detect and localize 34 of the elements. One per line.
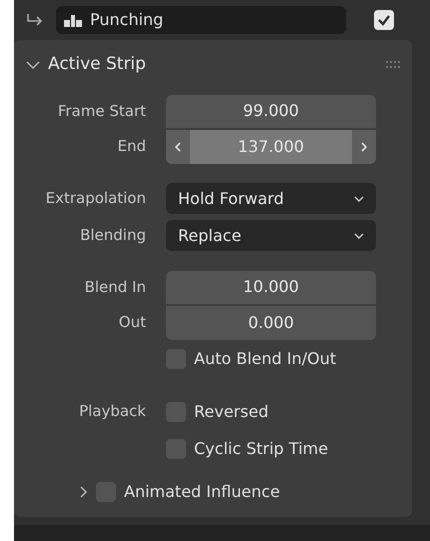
field-label: Blending: [80, 225, 146, 246]
checkbox-label: Auto Blend In/Out: [194, 348, 336, 370]
field-label: End: [117, 136, 146, 158]
checkbox[interactable]: [96, 482, 116, 502]
drag-handle-icon: [386, 61, 400, 69]
field-label: Extrapolation: [46, 188, 146, 210]
strip-name-field[interactable]: Punching: [56, 6, 346, 34]
strip-icon: [64, 13, 82, 27]
checkbox[interactable]: [166, 402, 186, 422]
caret-icon: [354, 232, 364, 238]
strip-name: Punching: [90, 9, 164, 31]
field-value: 137.000: [238, 136, 304, 158]
checkbox-label: Reversed: [194, 400, 268, 422]
field-value: 0.000: [248, 312, 294, 334]
caret-icon: [354, 196, 364, 202]
number-field[interactable]: 99.000: [166, 94, 376, 128]
dropdown[interactable]: Replace: [166, 220, 376, 251]
panel-title[interactable]: Active Strip: [48, 52, 146, 78]
checkbox-label: Cyclic Strip Time: [194, 438, 328, 460]
check-icon: [377, 13, 391, 27]
field-value: 10.000: [243, 276, 299, 298]
checkbox[interactable]: [166, 348, 186, 368]
field-label: Out: [118, 312, 146, 334]
checkbox[interactable]: [166, 438, 186, 458]
dropdown[interactable]: Hold Forward: [166, 183, 376, 214]
field-label: Blend In: [84, 277, 146, 298]
number-field[interactable]: 0.000: [166, 306, 376, 340]
number-field[interactable]: 10.000: [166, 270, 376, 304]
arrow-icon: [26, 12, 44, 28]
checkbox[interactable]: [374, 10, 394, 30]
field-value: 99.000: [243, 100, 299, 122]
field-label: Frame Start: [58, 101, 146, 122]
subpanel-title[interactable]: Animated Influence: [124, 480, 280, 504]
field-label: Playback: [79, 401, 146, 422]
